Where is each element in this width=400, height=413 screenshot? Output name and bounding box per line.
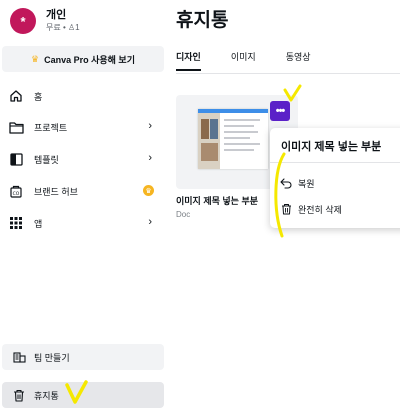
folder-icon bbox=[8, 119, 24, 135]
avatar: * bbox=[10, 8, 36, 34]
sidebar-item-projects[interactable]: 프로젝트 › bbox=[8, 115, 160, 139]
sidebar-item-label: 브랜드 허브 bbox=[34, 186, 78, 197]
profile-name: 개인 bbox=[46, 9, 67, 21]
trash-icon bbox=[280, 203, 292, 215]
restore-label: 복원 bbox=[298, 178, 315, 189]
sidebar-item-home[interactable]: 홈 bbox=[8, 84, 160, 108]
context-menu: 이미지 제목 넣는 부분 복원 완전히 삭제 bbox=[270, 128, 400, 228]
crown-badge-icon: ♛ bbox=[143, 185, 154, 196]
account-switcher[interactable]: * 개인 무료 • ♙1 bbox=[10, 8, 80, 34]
design-card-type: Doc bbox=[176, 210, 191, 219]
context-menu-title: 이미지 제목 넣는 부분 bbox=[281, 141, 382, 153]
restore-icon bbox=[280, 177, 292, 189]
sidebar-item-trash[interactable]: 휴지통 bbox=[2, 382, 164, 408]
svg-text:CO: CO bbox=[13, 191, 20, 197]
tab-divider bbox=[176, 73, 400, 74]
sidebar-item-label: 프로젝트 bbox=[34, 122, 68, 133]
menu-divider bbox=[270, 162, 400, 163]
delete-forever-label: 완전히 삭제 bbox=[298, 204, 342, 215]
sidebar-item-label: 홈 bbox=[34, 91, 43, 102]
sidebar-item-brand-hub[interactable]: CO 브랜드 허브 ♛ bbox=[8, 179, 160, 203]
sidebar-item-templates[interactable]: 템플릿 › bbox=[8, 147, 160, 171]
tab-designs[interactable]: 디자인 bbox=[176, 50, 201, 71]
home-icon bbox=[8, 88, 24, 104]
sidebar-item-apps[interactable]: 앱 › bbox=[8, 211, 160, 235]
try-canva-pro-button[interactable]: ♛ Canva Pro 사용해 보기 bbox=[2, 46, 164, 72]
tab-images[interactable]: 이미지 bbox=[231, 50, 256, 71]
sidebar-item-label: 앱 bbox=[34, 218, 43, 229]
sidebar: * 개인 무료 • ♙1 ♛ Canva Pro 사용해 보기 홈 프로젝트 ›… bbox=[0, 0, 168, 413]
team-building-icon bbox=[12, 350, 26, 364]
template-icon bbox=[8, 151, 24, 167]
create-team-label: 팀 만들기 bbox=[34, 352, 70, 363]
design-card-title[interactable]: 이미지 제목 넣는 부분 bbox=[176, 194, 258, 207]
apps-grid-icon bbox=[8, 215, 24, 231]
profile-text: 개인 무료 • ♙1 bbox=[46, 8, 80, 34]
page-title: 휴지통 bbox=[176, 10, 229, 31]
tab-videos[interactable]: 동영상 bbox=[286, 50, 311, 71]
brand-hub-icon: CO bbox=[8, 183, 24, 199]
profile-subtitle: 무료 • ♙1 bbox=[46, 23, 80, 32]
create-team-button[interactable]: 팀 만들기 bbox=[2, 344, 164, 370]
delete-forever-menu-item[interactable]: 완전히 삭제 bbox=[280, 201, 342, 217]
more-options-button[interactable]: ••• bbox=[270, 101, 290, 121]
trash-icon bbox=[12, 388, 26, 402]
crown-icon: ♛ bbox=[31, 53, 40, 64]
design-preview-image bbox=[198, 109, 268, 169]
sidebar-item-label: 템플릿 bbox=[34, 154, 59, 165]
chevron-right-icon: › bbox=[148, 120, 152, 132]
restore-menu-item[interactable]: 복원 bbox=[280, 175, 315, 191]
tab-bar: 디자인 이미지 동영상 bbox=[176, 50, 341, 71]
trash-label: 휴지통 bbox=[34, 390, 59, 401]
chevron-right-icon: › bbox=[148, 152, 152, 164]
chevron-right-icon: › bbox=[148, 216, 152, 228]
pro-button-label: Canva Pro 사용해 보기 bbox=[44, 54, 135, 65]
